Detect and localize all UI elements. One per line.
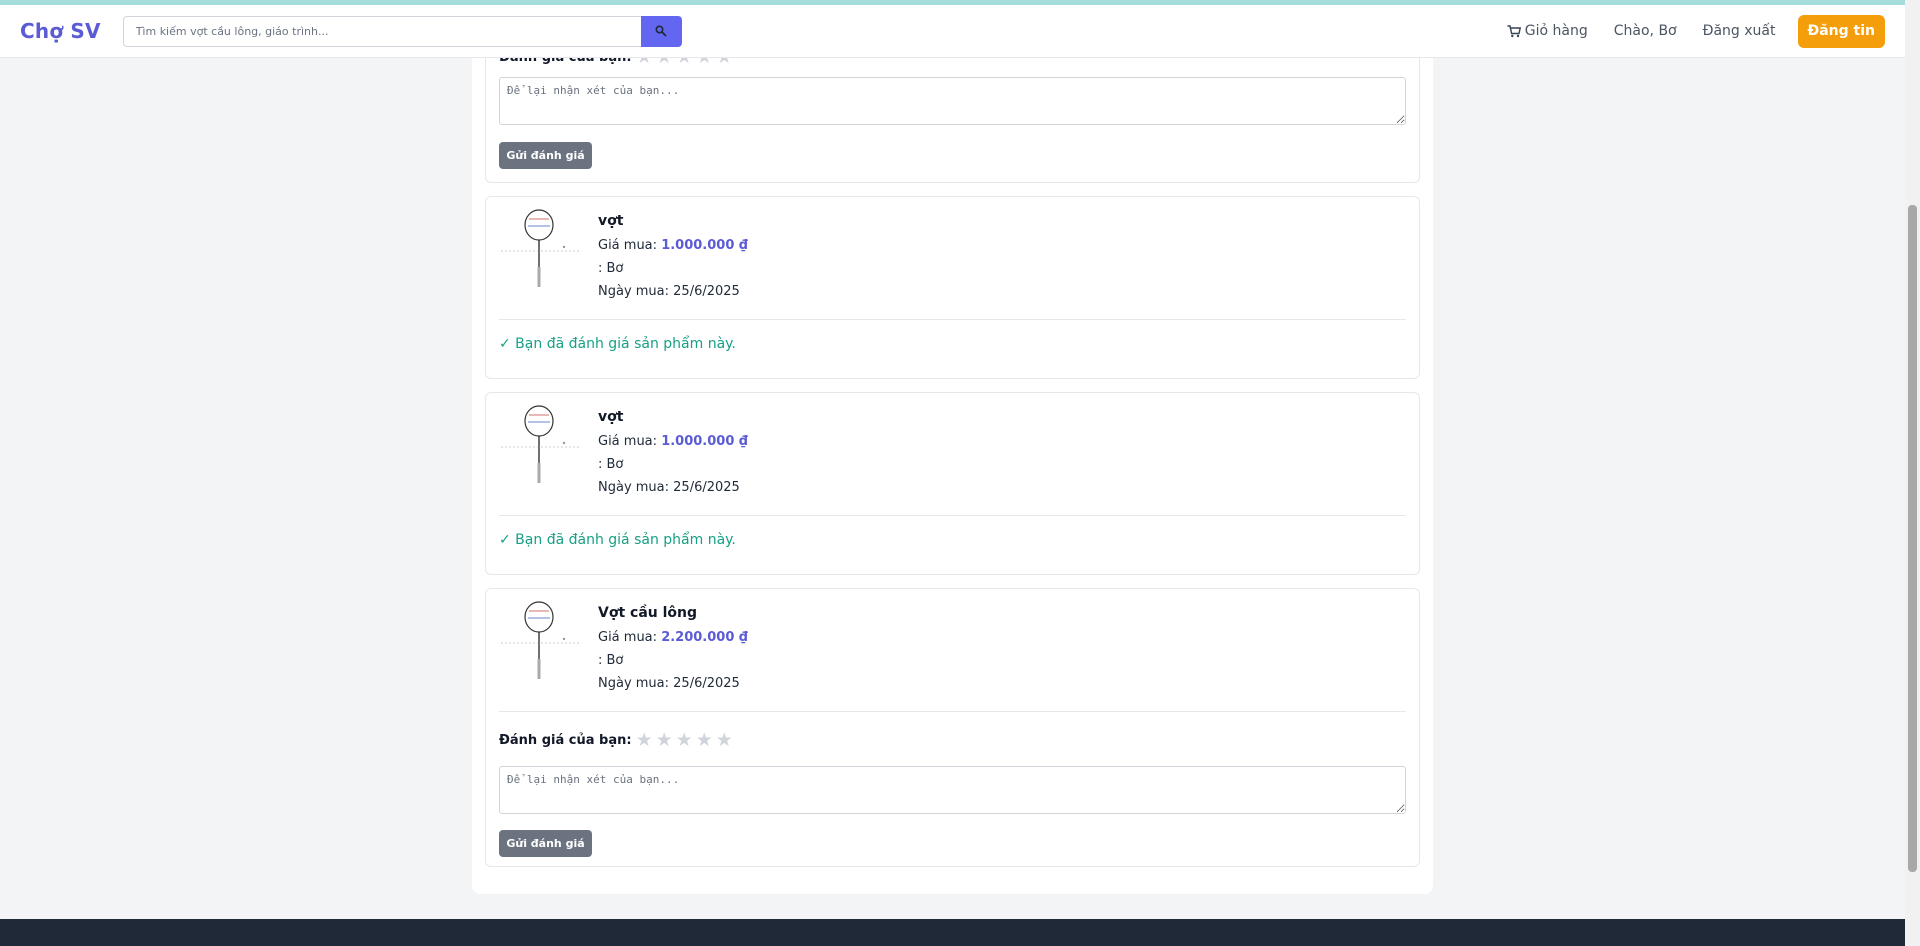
racket-thumbnail [501,405,579,483]
reviewed-status: ✓ Bạn đã đánh giá sản phẩm này. [499,336,736,352]
star-icon[interactable]: ★ [676,731,693,750]
rating-row: Đánh giá của bạn: ★ ★ ★ ★ ★ [499,731,736,750]
seller-line: : Bơ [598,653,624,668]
reviewed-status: ✓ Bạn đã đánh giá sản phẩm này. [499,532,736,548]
review-comment-field[interactable] [499,77,1406,125]
product-row: vợt Giá mua: 1.000.000 ₫ : Bơ Ngày mua: … [499,209,748,307]
price-label: Giá mua: [598,434,658,449]
post-listing-button[interactable]: Đăng tin [1797,14,1885,48]
cart-label: Giỏ hàng [1524,23,1588,39]
seller-line: : Bơ [598,261,624,276]
card-divider [499,319,1406,320]
submit-review-button[interactable]: Gửi đánh giá [499,142,592,169]
card-divider [499,711,1406,712]
cart-link[interactable]: Giỏ hàng [1507,23,1588,39]
purchase-date: Ngày mua: 25/6/2025 [598,480,740,495]
star-icon[interactable]: ★ [636,731,653,750]
star-icon[interactable]: ★ [656,731,673,750]
seller-line: : Bơ [598,457,624,472]
product-row: vợt Giá mua: 1.000.000 ₫ : Bơ Ngày mua: … [499,405,748,503]
cart-icon [1507,24,1521,37]
product-name: Vợt cầu lông [598,605,698,621]
racket-thumbnail [501,601,579,679]
price-line: Giá mua: 2.200.000 ₫ [598,630,748,645]
star-icon[interactable]: ★ [696,731,713,750]
price-line: Giá mua: 1.000.000 ₫ [598,434,748,449]
price-label: Giá mua: [598,630,658,645]
purchase-history-panel: Đánh giá của bạn: ★ ★ ★ ★ ★ Gửi đánh giá… [472,10,1433,894]
footer [0,919,1905,946]
card-divider [499,515,1406,516]
review-comment-field[interactable] [499,766,1406,814]
nav-links: Giỏ hàng Chào, Bơ Đăng xuất Đăng tin [1481,14,1885,48]
product-info: Vợt cầu lông Giá mua: 2.200.000 ₫ : Bơ N… [598,601,748,699]
logout-link[interactable]: Đăng xuất [1703,23,1776,39]
order-card: vợt Giá mua: 1.000.000 ₫ : Bơ Ngày mua: … [485,196,1420,379]
search-input[interactable] [122,15,641,47]
purchase-date: Ngày mua: 25/6/2025 [598,676,740,691]
page-scrollbar[interactable] [1905,0,1920,946]
star-icon[interactable]: ★ [716,731,733,750]
rating-label: Đánh giá của bạn: [499,733,632,748]
site-logo[interactable]: Chợ SV [20,19,101,43]
order-card: Vợt cầu lông Giá mua: 2.200.000 ₫ : Bơ N… [485,588,1420,867]
submit-review-button[interactable]: Gửi đánh giá [499,830,592,857]
purchase-date: Ngày mua: 25/6/2025 [598,284,740,299]
search-icon [655,25,667,37]
price-label: Giá mua: [598,238,658,253]
price-value: 1.000.000 ₫ [661,434,748,449]
price-line: Giá mua: 1.000.000 ₫ [598,238,748,253]
scrollbar-thumb[interactable] [1908,205,1917,872]
product-row: Vợt cầu lông Giá mua: 2.200.000 ₫ : Bơ N… [499,601,748,699]
search-button[interactable] [640,15,682,47]
price-value: 2.200.000 ₫ [661,630,748,645]
product-name: vợt [598,409,624,425]
greeting-link[interactable]: Chào, Bơ [1614,23,1677,39]
product-info: vợt Giá mua: 1.000.000 ₫ : Bơ Ngày mua: … [598,209,748,307]
product-name: vợt [598,213,624,229]
navbar: Chợ SV Giỏ hàng Chào, Bơ Đăng xuất Đăng … [0,5,1905,58]
order-card: vợt Giá mua: 1.000.000 ₫ : Bơ Ngày mua: … [485,392,1420,575]
search-bar [122,15,682,47]
product-info: vợt Giá mua: 1.000.000 ₫ : Bơ Ngày mua: … [598,405,748,503]
price-value: 1.000.000 ₫ [661,238,748,253]
racket-thumbnail [501,209,579,287]
